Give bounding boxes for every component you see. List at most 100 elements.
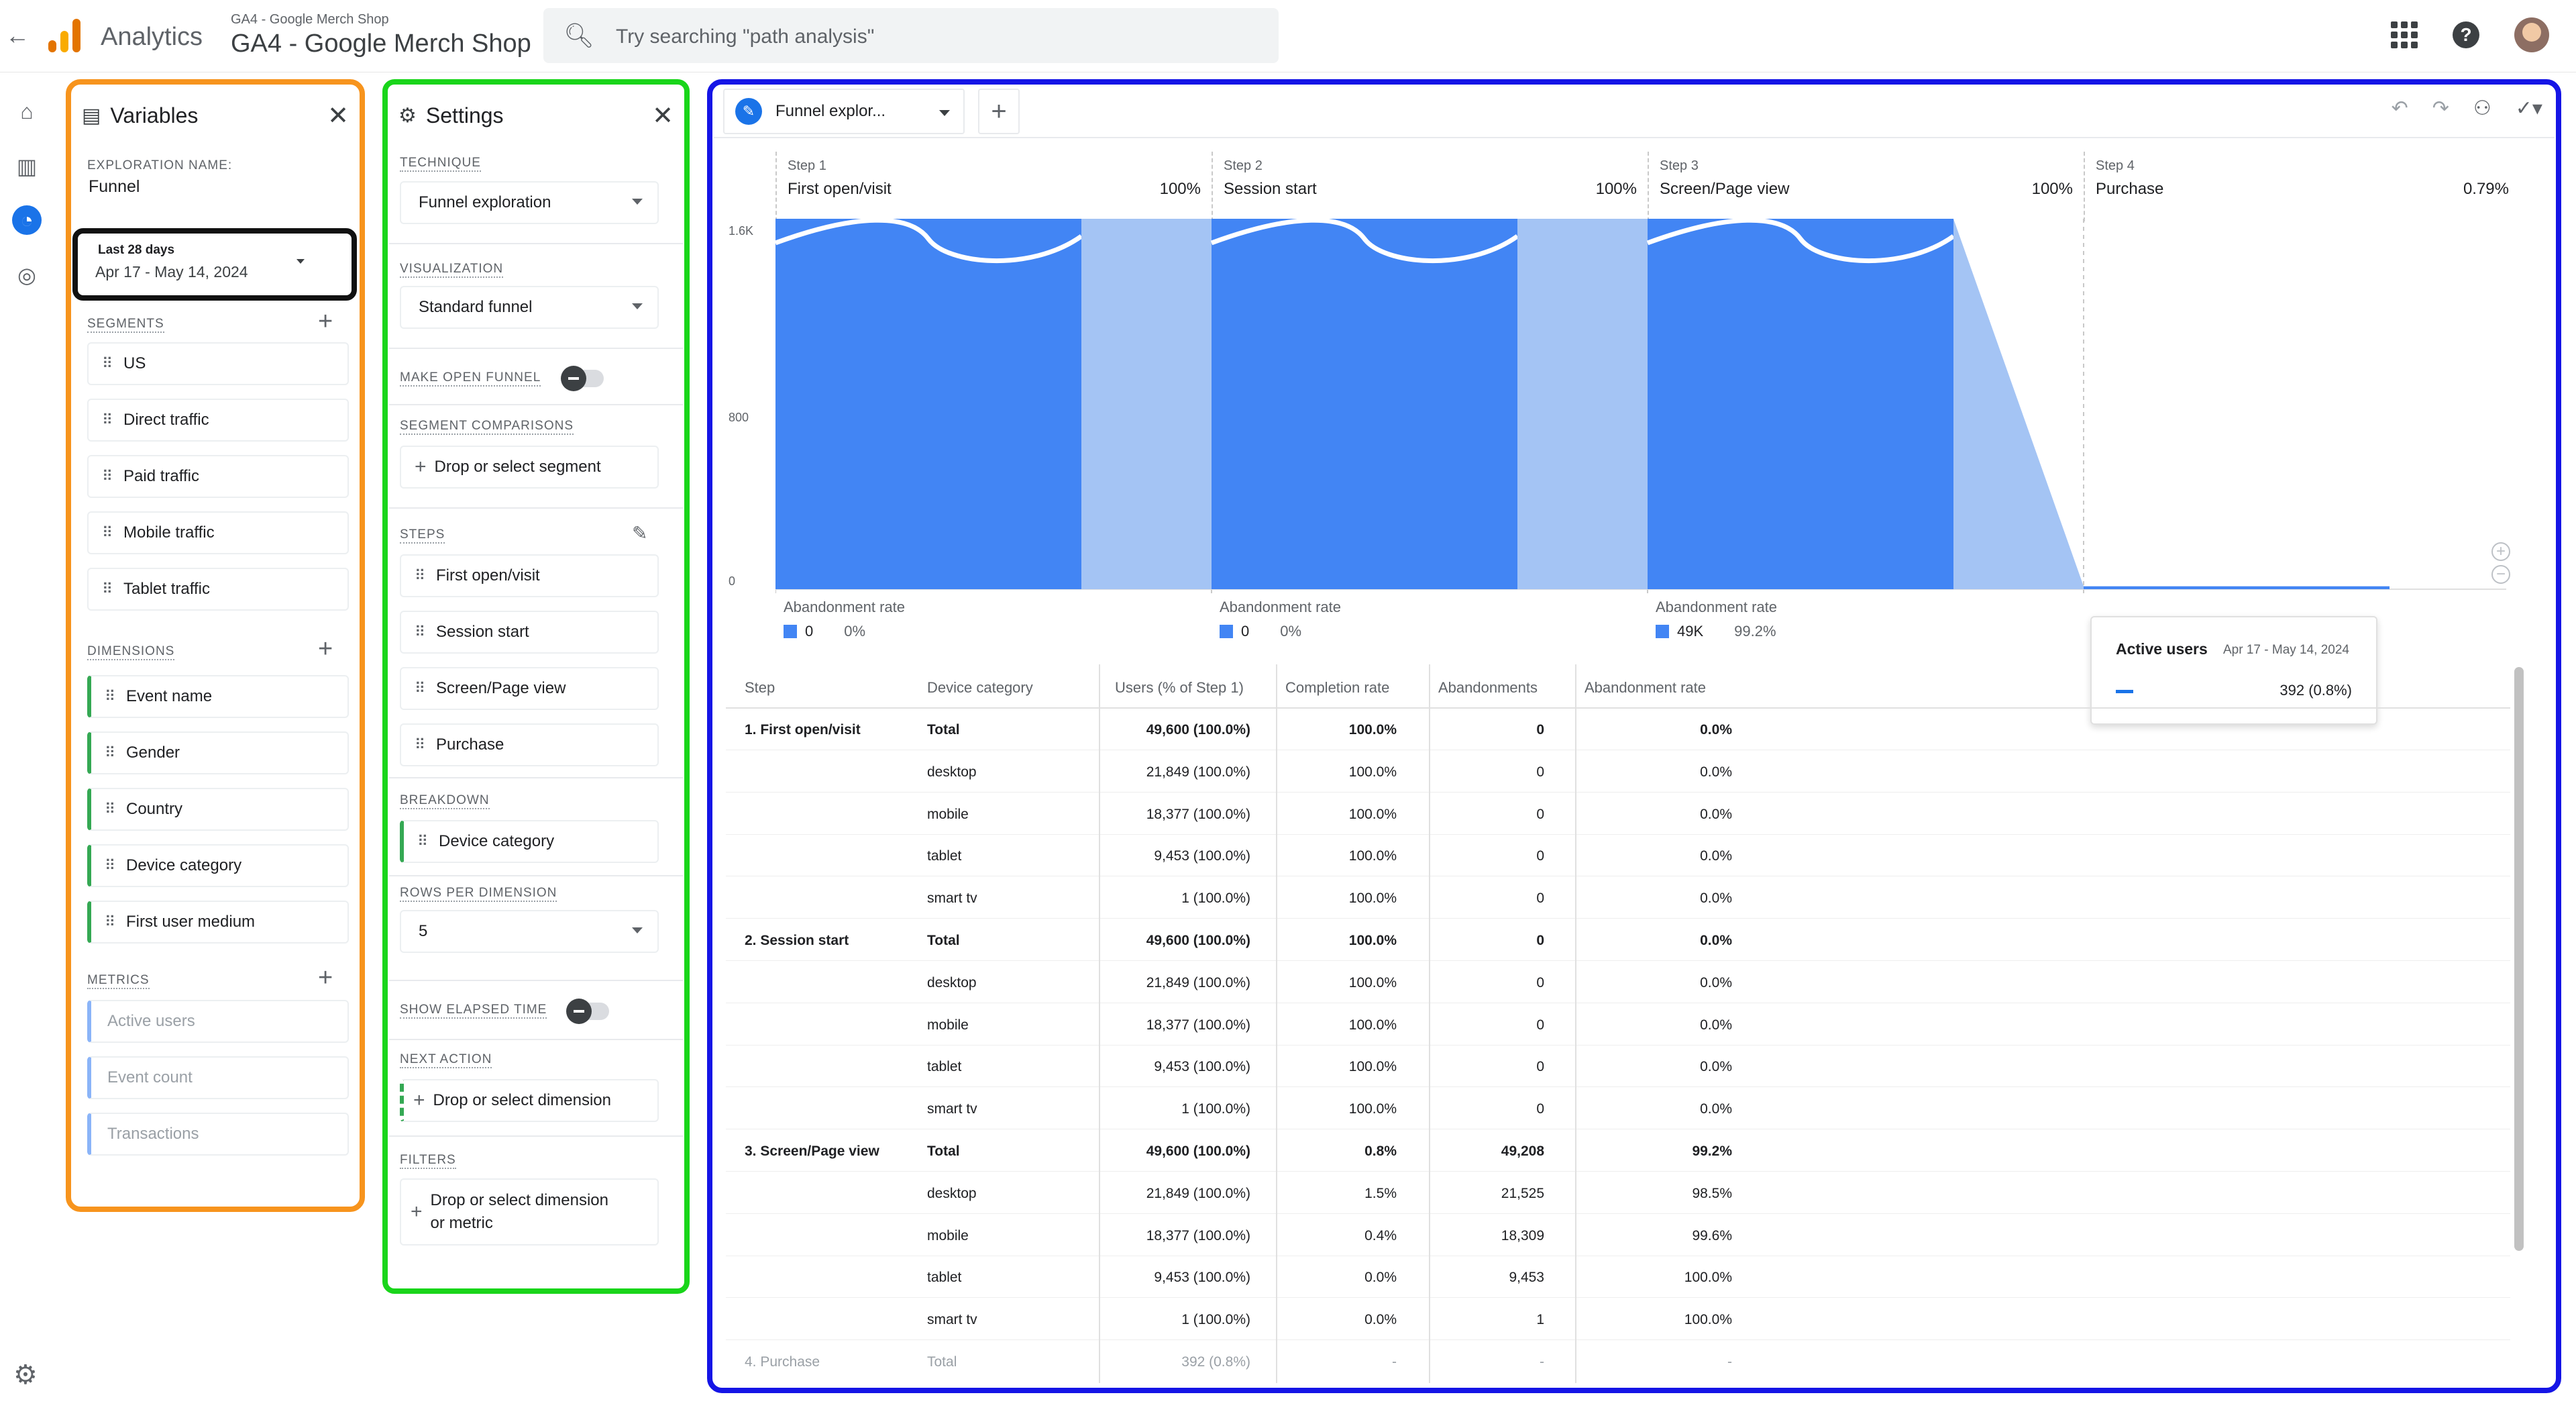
drag-handle-icon[interactable]: ⠿	[415, 625, 425, 640]
drag-handle-icon[interactable]: ⠿	[415, 568, 425, 583]
add-metric-plus-icon[interactable]: +	[318, 964, 333, 993]
date-range-selector[interactable]: Last 28 days Apr 17 - May 14, 2024	[72, 228, 357, 301]
share-users-icon[interactable]: ⚇	[2473, 97, 2491, 120]
metric-chip[interactable]: Active users	[87, 1000, 349, 1043]
table-row[interactable]: tablet 9,453 (100.0%) 0.0% 9,453 100.0%	[726, 1256, 2510, 1299]
step-header[interactable]: Step 4 Purchase 0.79%	[2084, 152, 2520, 221]
add-segment-plus-icon[interactable]: +	[318, 307, 333, 336]
drag-handle-icon[interactable]: ⠿	[105, 689, 115, 704]
drag-handle-icon[interactable]: ⠿	[415, 738, 425, 752]
property-selector[interactable]: GA4 - Google Merch Shop	[231, 30, 531, 58]
drag-handle-icon[interactable]: ⠿	[102, 356, 113, 371]
funnel-chart[interactable]	[775, 219, 2506, 595]
filters-drop-target[interactable]: + Drop or select dimension or metric	[400, 1178, 659, 1245]
breakdown-chip[interactable]: ⠿ Device category	[400, 820, 659, 863]
drag-handle-icon[interactable]: ⠿	[417, 834, 428, 849]
drop-segment-target[interactable]: + Drop or select segment	[400, 446, 659, 489]
table-row[interactable]: 2. Session start Total 49,600 (100.0%) 100.…	[726, 919, 2510, 961]
undo-icon[interactable]: ↶	[2392, 97, 2408, 120]
dimension-chip[interactable]: ⠿ Device category	[87, 844, 349, 887]
drag-handle-icon[interactable]: ⠿	[105, 858, 115, 873]
dimension-chip[interactable]: ⠿ Event name	[87, 675, 349, 718]
funnel-bar[interactable]	[1212, 219, 1517, 589]
column-header[interactable]: Abandonments	[1438, 679, 1538, 697]
table-row[interactable]: desktop 21,849 (100.0%) 100.0% 0 0.0%	[726, 962, 2510, 1003]
zoom-out-icon[interactable]: −	[2491, 565, 2510, 584]
explore-icon[interactable]: ◔	[12, 205, 42, 235]
apps-grid-icon[interactable]	[2391, 21, 2418, 48]
check-circle-icon[interactable]: ✓▾	[2516, 97, 2542, 120]
table-row[interactable]: mobile 18,377 (100.0%) 0.4% 18,309 99.6%	[726, 1215, 2510, 1256]
table-row[interactable]: 1. First open/visit Total 49,600 (100.0%) 1…	[726, 709, 2510, 750]
home-icon[interactable]: ⌂	[12, 97, 42, 126]
avatar[interactable]	[2514, 17, 2549, 52]
close-variables-icon[interactable]: ✕	[327, 101, 349, 131]
tab-funnel-exploration[interactable]: ✎ Funnel explor...	[723, 89, 965, 134]
dimension-chip[interactable]: ⠿ Gender	[87, 731, 349, 774]
column-header[interactable]: Step	[745, 679, 775, 697]
step-header[interactable]: Step 2 Session start 100%	[1212, 152, 1648, 221]
column-header[interactable]: Device category	[927, 679, 1033, 697]
segment-chip[interactable]: ⠿ Mobile traffic	[87, 511, 349, 554]
table-scrollbar[interactable]	[2514, 667, 2524, 1251]
table-row[interactable]: desktop 21,849 (100.0%) 100.0% 0 0.0%	[726, 751, 2510, 793]
close-settings-icon[interactable]: ✕	[652, 101, 674, 131]
segment-chip[interactable]: ⠿ Paid traffic	[87, 455, 349, 498]
property-account[interactable]: GA4 - Google Merch Shop	[231, 12, 389, 28]
table-row[interactable]: tablet 9,453 (100.0%) 100.0% 0 0.0%	[726, 835, 2510, 877]
step-header[interactable]: Step 1 First open/visit 100%	[775, 152, 1212, 221]
segment-chip[interactable]: ⠿ Tablet traffic	[87, 568, 349, 611]
rows-per-dimension-select[interactable]: 5	[400, 910, 659, 953]
step-chip[interactable]: ⠿ First open/visit	[400, 554, 659, 597]
back-arrow-icon[interactable]: ←	[5, 21, 30, 50]
table-row[interactable]: 3. Screen/Page view Total 49,600 (100.0%) 0…	[726, 1130, 2510, 1172]
drag-handle-icon[interactable]: ⠿	[105, 746, 115, 760]
table-row[interactable]: desktop 21,849 (100.0%) 1.5% 21,525 98.5%	[726, 1172, 2510, 1214]
redo-icon[interactable]: ↷	[2432, 97, 2449, 120]
edit-steps-pencil-icon[interactable]: ✎	[632, 522, 647, 544]
drag-handle-icon[interactable]: ⠿	[102, 413, 113, 427]
table-row[interactable]: 4. Purchase Total 392 (0.8%) - - -	[726, 1341, 2510, 1382]
table-row[interactable]: smart tv 1 (100.0%) 0.0% 1 100.0%	[726, 1299, 2510, 1341]
advertising-icon[interactable]: ◎	[12, 260, 42, 290]
segment-chip[interactable]: ⠿ US	[87, 342, 349, 385]
step-chip[interactable]: ⠿ Screen/Page view	[400, 667, 659, 710]
table-row[interactable]: tablet 9,453 (100.0%) 100.0% 0 0.0%	[726, 1046, 2510, 1088]
add-dimension-plus-icon[interactable]: +	[318, 635, 333, 664]
funnel-bar[interactable]	[2084, 586, 2390, 589]
search-input[interactable]: 🔍︎ Try searching "path analysis"	[543, 8, 1279, 63]
dimension-chip[interactable]: ⠿ First user medium	[87, 901, 349, 944]
step-chip[interactable]: ⠿ Purchase	[400, 723, 659, 766]
add-tab-plus-icon[interactable]: +	[978, 89, 1020, 134]
metric-chip[interactable]: Event count	[87, 1056, 349, 1099]
chevron-down-icon[interactable]	[939, 110, 950, 116]
technique-select[interactable]: Funnel exploration	[400, 181, 659, 224]
funnel-bar[interactable]	[1648, 219, 1953, 589]
table-row[interactable]: smart tv 1 (100.0%) 100.0% 0 0.0%	[726, 1088, 2510, 1130]
exploration-name-field[interactable]: Funnel	[89, 177, 140, 197]
open-funnel-toggle[interactable]	[561, 366, 604, 391]
column-header[interactable]: Users (% of Step 1)	[1115, 679, 1244, 697]
drag-handle-icon[interactable]: ⠿	[105, 915, 115, 929]
column-header[interactable]: Completion rate	[1285, 679, 1389, 697]
drag-handle-icon[interactable]: ⠿	[105, 802, 115, 817]
table-row[interactable]: mobile 18,377 (100.0%) 100.0% 0 0.0%	[726, 1004, 2510, 1046]
drag-handle-icon[interactable]: ⠿	[102, 525, 113, 540]
funnel-bar[interactable]	[775, 219, 1081, 589]
segment-chip[interactable]: ⠿ Direct traffic	[87, 399, 349, 442]
column-header[interactable]: Abandonment rate	[1585, 679, 1706, 697]
drag-handle-icon[interactable]: ⠿	[102, 469, 113, 484]
zoom-in-icon[interactable]: +	[2491, 542, 2510, 561]
help-icon[interactable]: ?	[2453, 21, 2479, 48]
metric-chip[interactable]: Transactions	[87, 1113, 349, 1156]
table-row[interactable]: mobile 18,377 (100.0%) 100.0% 0 0.0%	[726, 793, 2510, 835]
admin-gear-icon[interactable]: ⚙	[13, 1360, 38, 1390]
dimension-chip[interactable]: ⠿ Country	[87, 788, 349, 831]
drag-handle-icon[interactable]: ⠿	[415, 681, 425, 696]
table-row[interactable]: smart tv 1 (100.0%) 100.0% 0 0.0%	[726, 877, 2510, 919]
reports-icon[interactable]: ▥	[12, 152, 42, 181]
show-elapsed-toggle[interactable]	[566, 999, 609, 1024]
step-header[interactable]: Step 3 Screen/Page view 100%	[1648, 152, 2084, 221]
drop-dimension-target[interactable]: + Drop or select dimension	[400, 1079, 659, 1122]
drag-handle-icon[interactable]: ⠿	[102, 582, 113, 597]
